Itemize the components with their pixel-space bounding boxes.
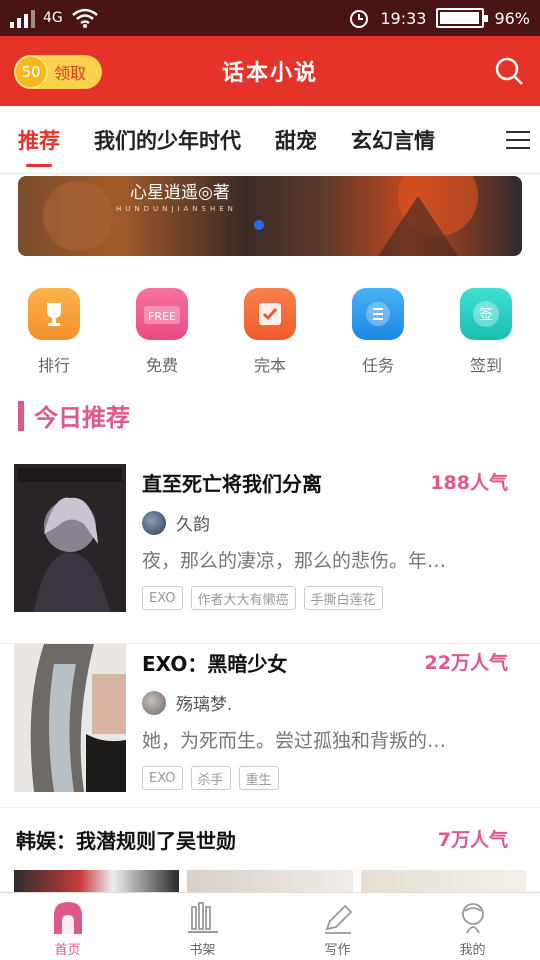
clock: 19:33 <box>380 8 427 28</box>
quick-signin-label: 签到 <box>469 356 502 375</box>
book-card[interactable]: 直至死亡将我们分离 188人气 久韵 夜，那么的凄凉，那么的悲伤。年… EXO … <box>0 464 540 644</box>
quick-free[interactable]: FREE 免费 <box>108 288 216 376</box>
author-row: 殇璃梦. <box>142 690 232 715</box>
author-row: 久韵 <box>142 510 210 535</box>
quick-rank-label: 排行 <box>37 356 70 375</box>
book-popularity: 7万人气 <box>437 829 508 851</box>
claim-label: 领取 <box>54 64 87 83</box>
nav-write-label: 写作 <box>324 943 351 958</box>
nav-home[interactable]: 首页 <box>0 893 135 960</box>
battery-percent: 96% <box>494 8 530 28</box>
menu-icon[interactable] <box>500 120 540 160</box>
avatar <box>142 510 166 535</box>
pen-icon <box>324 904 352 934</box>
quick-signin[interactable]: 签 签到 <box>432 288 540 376</box>
search-icon[interactable] <box>494 56 524 86</box>
book-tags: EXO 杀手 重生 <box>142 766 279 790</box>
coin-count: 50 <box>21 63 41 81</box>
quick-links: 排行 FREE 免费 完本 任务 签 签到 <box>0 288 540 376</box>
quick-tasks[interactable]: 任务 <box>324 288 432 376</box>
banner-carousel[interactable]: 心星逍遥◎著 HUNDUNJIANSHEN <box>18 176 522 256</box>
book-cover <box>14 644 126 792</box>
svg-text:FREE: FREE <box>148 310 176 323</box>
signin-icon: 签 <box>460 288 512 340</box>
book-tags: EXO 作者大大有懒癌 手撕白莲花 <box>142 586 383 610</box>
network-type: 4G <box>43 10 63 26</box>
banner-subtitle: HUNDUNJIANSHEN <box>116 205 237 213</box>
nav-home-label: 首页 <box>54 943 81 958</box>
tag[interactable]: 作者大大有懒癌 <box>190 586 296 610</box>
tag[interactable]: EXO <box>142 766 183 790</box>
book-title: EXO：黑暗少女 <box>142 652 288 676</box>
tag[interactable]: 杀手 <box>190 766 231 790</box>
banner-title: 心星逍遥◎著 <box>130 183 230 203</box>
app-title: 话本小说 <box>221 60 318 86</box>
nav-profile-label: 我的 <box>459 943 486 958</box>
signal-icon <box>10 8 35 28</box>
svg-text:签: 签 <box>479 306 493 323</box>
book-description: 夜，那么的凄凉，那么的悲伤。年… <box>142 550 447 572</box>
bookshelf-icon <box>187 902 218 933</box>
nav-bookshelf-label: 书架 <box>189 943 216 958</box>
coin-icon: 50 <box>14 55 48 89</box>
avatar <box>142 690 166 715</box>
tag[interactable]: 手撕白莲花 <box>303 586 383 610</box>
book-popularity: 22万人气 <box>424 652 508 674</box>
quick-completed[interactable]: 完本 <box>216 288 324 376</box>
status-bar: 4G 19:33 96% <box>0 0 540 36</box>
book-description: 她，为死而生。尝过孤独和背叛的… <box>142 730 447 752</box>
thumbnail[interactable] <box>360 870 526 894</box>
category-tabs: 推荐 我们的少年时代 甜宠 玄幻言情 <box>0 106 540 174</box>
book-card[interactable]: EXO：黑暗少女 22万人气 殇璃梦. 她，为死而生。尝过孤独和背叛的… EXO… <box>0 644 540 808</box>
nav-profile[interactable]: 我的 <box>405 893 540 960</box>
free-icon: FREE <box>136 288 188 340</box>
quick-free-label: 免费 <box>145 356 178 375</box>
check-icon <box>244 288 296 340</box>
book-title[interactable]: 韩娱：我潜规则了吴世勋 <box>16 825 236 854</box>
tab-sweet[interactable]: 甜宠 <box>275 125 317 155</box>
thumbnail[interactable] <box>187 870 353 894</box>
trophy-icon <box>28 288 80 340</box>
book-title: 直至死亡将我们分离 <box>142 472 322 496</box>
claim-coins-button[interactable]: 50 领取 <box>14 55 102 89</box>
alarm-icon <box>350 10 369 28</box>
author-name: 久韵 <box>176 515 210 535</box>
book-popularity: 188人气 <box>430 472 508 494</box>
section-header: 今日推荐 <box>18 398 130 433</box>
wifi-icon <box>71 8 98 28</box>
section-marker <box>18 400 24 431</box>
nav-bookshelf[interactable]: 书架 <box>135 893 270 960</box>
home-icon <box>53 902 82 934</box>
quick-rank[interactable]: 排行 <box>0 288 108 376</box>
author-name: 殇璃梦. <box>176 695 233 715</box>
tab-our-youth[interactable]: 我们的少年时代 <box>94 125 241 155</box>
thumbnail-strip <box>14 870 526 894</box>
app-header: 50 领取 话本小说 <box>0 36 540 106</box>
tab-fantasy-romance[interactable]: 玄幻言情 <box>351 125 435 155</box>
thumbnail[interactable] <box>14 870 180 894</box>
nav-write[interactable]: 写作 <box>270 893 405 960</box>
tag[interactable]: 重生 <box>238 766 279 790</box>
quick-tasks-label: 任务 <box>361 356 394 375</box>
tab-recommend[interactable]: 推荐 <box>18 125 60 167</box>
profile-icon <box>461 903 484 934</box>
tag[interactable]: EXO <box>142 586 183 610</box>
book-cover <box>14 464 126 612</box>
carousel-indicator <box>254 220 264 230</box>
banner-artwork <box>43 176 478 256</box>
section-title: 今日推荐 <box>34 404 130 432</box>
list-icon <box>352 288 404 340</box>
battery-icon <box>436 8 489 28</box>
quick-completed-label: 完本 <box>253 356 286 375</box>
bottom-nav: 首页 书架 写作 我的 <box>0 892 540 960</box>
